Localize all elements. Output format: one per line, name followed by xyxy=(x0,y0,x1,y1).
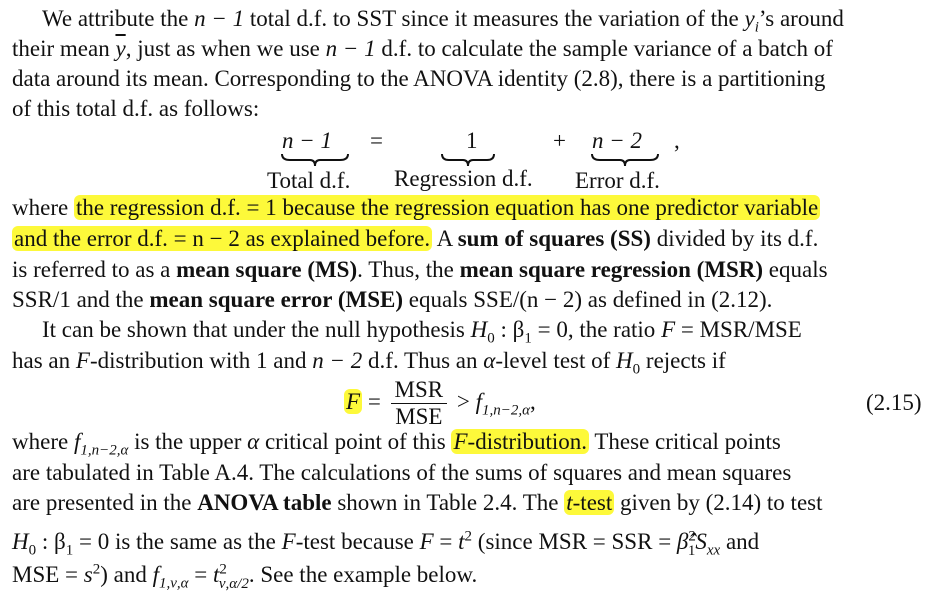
text-line-11: where f1,n−2,α is the upper α critical p… xyxy=(12,429,781,459)
df-equation-rhs: n − 2 xyxy=(592,128,643,153)
text-line-7: is referred to as a mean square (MS). Th… xyxy=(12,257,828,282)
text-line-3: data around its mean. Corresponding to t… xyxy=(12,66,826,91)
highlight-regression-df: the regression d.f. = 1 because the regr… xyxy=(73,195,821,220)
text-line-13: are presented in the ANOVA table shown i… xyxy=(12,490,823,515)
highlight-error-df: and the error d.f. = n − 2 as explained … xyxy=(12,226,433,251)
highlight-F: F xyxy=(344,389,363,414)
text-line-8: SSR/1 and the mean square error (MSE) eq… xyxy=(12,287,773,312)
text-line-10: has an F-distribution with 1 and n − 2 d… xyxy=(12,348,726,378)
text-line-4: of this total d.f. as follows: xyxy=(12,96,260,121)
label-regression-df: Regression d.f. xyxy=(394,166,533,191)
paper-page: We attribute the n − 1 total d.f. to SST… xyxy=(0,0,942,595)
text-line-14: H0 : β1 = 0 is the same as the F-test be… xyxy=(12,528,760,559)
df-equation-equals: = xyxy=(370,128,383,153)
df-equation-one: 1 xyxy=(466,128,478,153)
text-line-15: MSE = s2) and f1,ν,α = t2ν,α/2. See the … xyxy=(12,561,478,592)
text-line-6: and the error d.f. = n − 2 as explained … xyxy=(12,226,819,251)
df-equation-comma: , xyxy=(674,128,680,153)
highlight-f-distribution: F-distribution. xyxy=(451,429,590,454)
df-equation-plus: + xyxy=(553,128,566,153)
highlight-t-test: t-test xyxy=(564,490,615,515)
underbrace-total xyxy=(281,153,349,167)
text-line-5: where the regression d.f. = 1 because th… xyxy=(12,195,821,220)
text-line-12: are tabulated in Table A.4. The calculat… xyxy=(12,460,792,485)
text-line-2: their mean y, just as when we use n − 1 … xyxy=(12,36,833,61)
underbrace-error xyxy=(591,153,659,167)
label-error-df: Error d.f. xyxy=(575,168,660,193)
msr-over-mse-fraction: MSR MSE xyxy=(390,377,448,430)
label-total-df: Total d.f. xyxy=(267,168,351,193)
equation-number: (2.15) xyxy=(866,390,922,415)
text-line-1: We attribute the n − 1 total d.f. to SST… xyxy=(42,6,844,36)
equation-2-15: F = MSR MSE > f1,n−2,α, xyxy=(344,377,536,430)
text-line-9: It can be shown that under the null hypo… xyxy=(42,317,802,347)
df-equation-lhs: n − 1 xyxy=(282,128,333,153)
